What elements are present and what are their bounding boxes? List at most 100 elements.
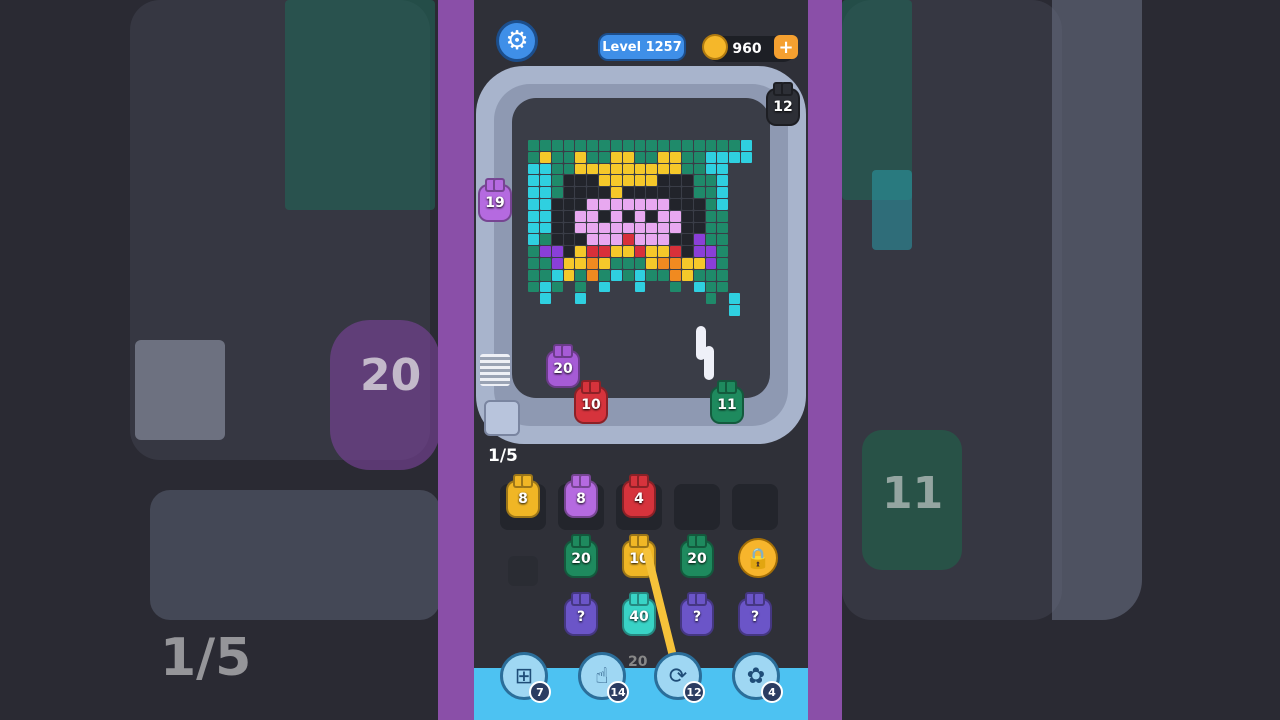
pixel-cell (693, 222, 705, 234)
pixel-cell (528, 222, 539, 234)
pixel-cell (658, 234, 670, 246)
pixel-cell (528, 269, 539, 281)
pixel-cell (729, 293, 741, 305)
pixel-cell (610, 151, 622, 163)
buy-coins-button[interactable]: + (774, 35, 798, 59)
pixel-cell (551, 269, 563, 281)
pixel-cell (646, 175, 658, 187)
pixel-cell (599, 163, 610, 175)
pixel-cell (552, 293, 563, 304)
stack-piece[interactable]: 40 (622, 592, 656, 636)
pixel-cell (741, 293, 752, 304)
mystery-piece: ? (738, 592, 772, 636)
slot-piece[interactable]: 8 (564, 474, 598, 518)
stack-piece[interactable]: 20 (680, 534, 714, 578)
pixel-cell (622, 234, 634, 246)
pixel-cell (575, 269, 587, 281)
pixel-cell (741, 282, 752, 293)
background-left: 20 1/5 (0, 0, 438, 720)
track-piece[interactable]: 20 (546, 344, 580, 388)
pixel-cell (717, 199, 729, 210)
track-piece[interactable]: 11 (710, 380, 744, 424)
bg-piece-label: 20 (360, 350, 422, 401)
pixel-cell (611, 293, 622, 304)
pixel-cell (563, 222, 575, 234)
pixel-cell (610, 269, 622, 281)
pixel-cell (705, 281, 717, 293)
pixel-cell (622, 163, 634, 175)
pixel-cell (681, 199, 693, 210)
pixel-cell (693, 210, 705, 222)
pixel-cell (682, 305, 693, 316)
pixel-cell (528, 234, 539, 246)
pixel-cell (694, 293, 705, 304)
pixel-cell (681, 140, 693, 151)
pixel-cell (670, 234, 681, 246)
pixel-cell (587, 246, 599, 257)
track-piece[interactable]: 19 (478, 178, 512, 222)
slot-piece[interactable]: 8 (506, 474, 540, 518)
pixel-cell (622, 175, 634, 187)
pixel-cell (563, 151, 575, 163)
piece-value: 8 (518, 491, 528, 507)
pixel-cell (634, 163, 646, 175)
hand-booster[interactable]: ☝ 14 (578, 652, 629, 703)
pixel-cell (528, 199, 539, 210)
pixel-cell (705, 222, 717, 234)
locked-stack[interactable]: 🔒 (738, 538, 778, 578)
pixel-cell (634, 151, 646, 163)
pixel-cell (646, 140, 658, 151)
slot-piece[interactable]: 4 (622, 474, 656, 518)
pixel-cell (575, 151, 587, 163)
pixel-cell (610, 175, 622, 187)
pixel-cell (587, 234, 599, 246)
pixel-cell (587, 140, 599, 151)
shot-trail (704, 346, 714, 380)
pixel-cell (551, 151, 563, 163)
pixel-cell (539, 163, 551, 175)
pixel-cell (634, 281, 646, 293)
pixel-cell (670, 293, 681, 304)
stack-piece[interactable]: 20 (564, 534, 598, 578)
pixel-cell (658, 199, 670, 210)
pixel-cell (587, 163, 599, 175)
pixel-cell (599, 222, 610, 234)
pixel-cell (539, 281, 551, 293)
shuffle-booster[interactable]: ⟳ 12 (654, 652, 705, 703)
pixel-cell (539, 175, 551, 187)
pixel-cell (670, 222, 681, 234)
pixel-cell (575, 234, 587, 246)
pixel-cell (622, 210, 634, 222)
pixel-cell (575, 246, 587, 257)
pixel-cell (551, 199, 563, 210)
piece-value: ? (750, 609, 760, 625)
pixel-cell (646, 210, 658, 222)
pixel-cell (551, 281, 563, 293)
pixel-cell (528, 246, 539, 257)
bunny-booster[interactable]: ✿ 4 (732, 652, 783, 703)
pixel-cell (563, 163, 575, 175)
pixel-cell (705, 163, 717, 175)
pixel-cell (705, 151, 717, 163)
pixel-cell (622, 222, 634, 234)
holding-slot[interactable] (674, 484, 720, 530)
pixel-cell (623, 305, 634, 316)
track-piece[interactable]: 10 (574, 380, 608, 424)
settings-button[interactable]: ⚙ (496, 20, 538, 62)
background-right: 11 (842, 0, 1280, 720)
pixel-cell (551, 246, 563, 257)
hand-pointer-icon: ☝ (595, 663, 609, 689)
track-piece[interactable]: 12 (766, 82, 800, 126)
pixel-cell (717, 269, 729, 281)
pixel-cell (717, 293, 728, 304)
pixel-cell (670, 210, 681, 222)
pixel-cell (705, 258, 717, 269)
piece-value: 4 (634, 491, 644, 507)
piece-value: 10 (581, 397, 601, 413)
pixel-cell (693, 140, 705, 151)
holding-slot[interactable] (732, 484, 778, 530)
add-slot-booster[interactable]: ⊞ 7 (500, 652, 551, 703)
pixel-cell (729, 234, 740, 245)
pixel-cell (717, 175, 729, 187)
piece-value: 19 (485, 195, 505, 211)
